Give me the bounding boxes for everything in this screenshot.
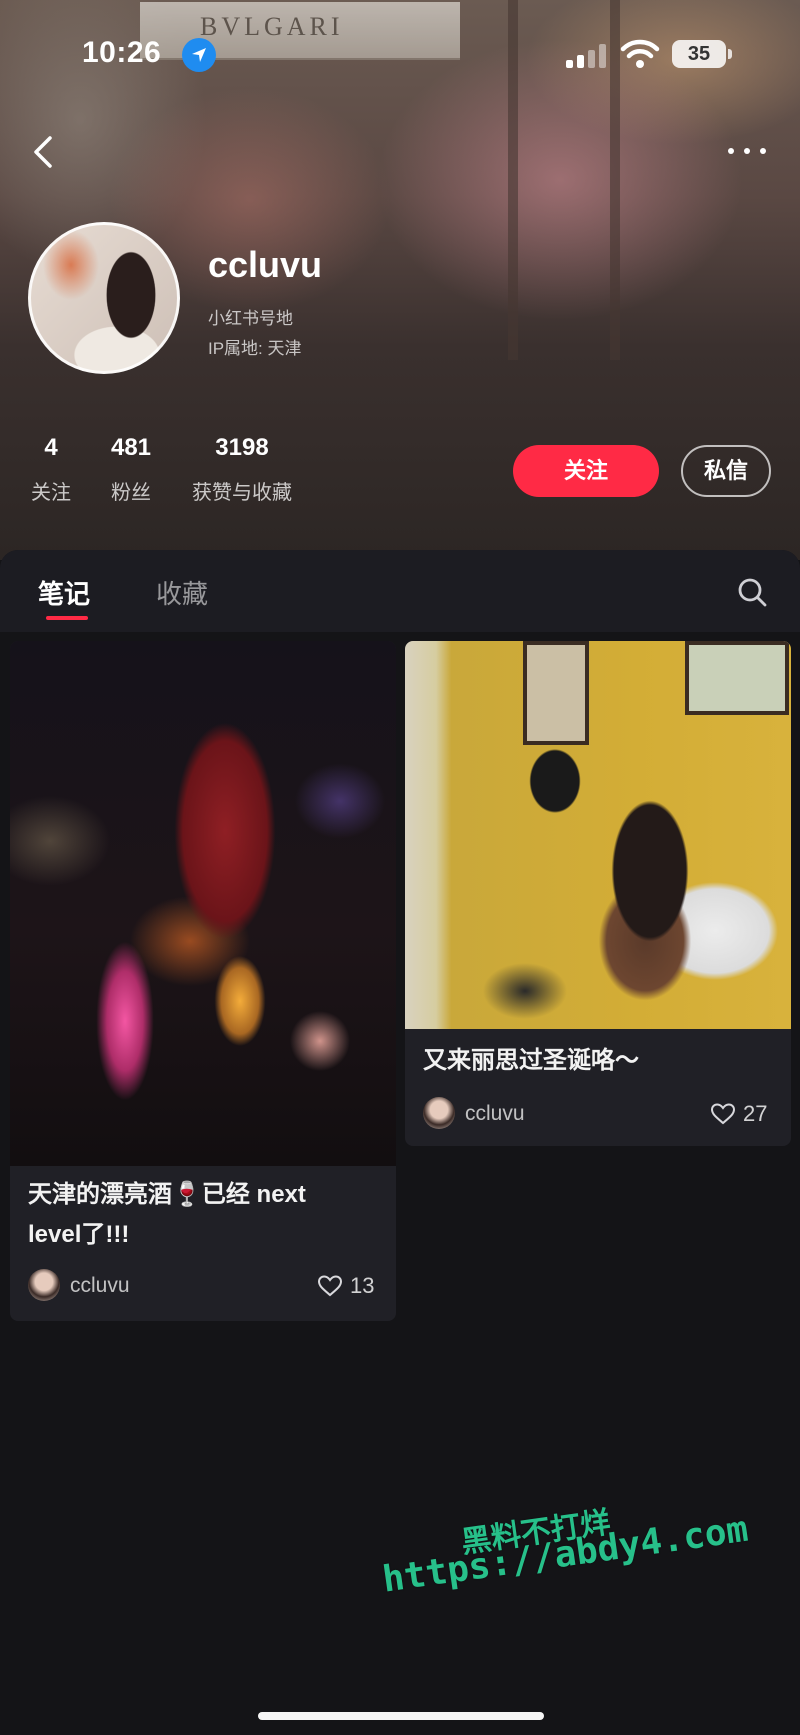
profile-username: ccluvu — [208, 244, 323, 285]
profile-avatar[interactable] — [28, 222, 180, 374]
author-name[interactable]: ccluvu — [70, 1274, 130, 1298]
stat-followers-label: 粉丝 — [111, 482, 151, 504]
heart-icon[interactable] — [710, 1102, 736, 1126]
stat-followers-value: 481 — [110, 434, 152, 461]
note-title-line: level了!!! — [28, 1221, 130, 1248]
search-icon[interactable] — [734, 574, 770, 610]
message-button[interactable]: 私信 — [681, 445, 771, 497]
cellular-signal-icon — [566, 44, 610, 68]
note-title: 天津的漂亮酒🍷已经 next level了!!! — [28, 1175, 388, 1255]
follow-button[interactable]: 关注 — [513, 445, 659, 497]
location-arrow-icon — [182, 38, 216, 72]
wall-painting — [685, 641, 789, 715]
note-card[interactable]: 天津的漂亮酒🍷已经 next level了!!! ccluvu 13 — [10, 641, 396, 1321]
tab-bar — [0, 550, 800, 632]
stat-likes-collects[interactable]: 3198 获赞与收藏 — [186, 434, 298, 505]
like-count: 27 — [743, 1101, 768, 1126]
wall-painting — [523, 641, 589, 745]
note-card[interactable]: 又来丽思过圣诞咯～ ccluvu 27 — [405, 641, 791, 1146]
store-sign-text: BVLGARI — [200, 12, 344, 41]
home-indicator[interactable] — [258, 1712, 544, 1720]
stat-likes-collects-value: 3198 — [215, 434, 269, 461]
note-title-line: 天津的漂亮酒🍷已经 next — [28, 1181, 306, 1208]
window-frame — [610, 0, 620, 360]
battery-icon: 35 — [672, 40, 732, 68]
back-button[interactable] — [24, 130, 64, 174]
stat-following-label: 关注 — [31, 482, 71, 504]
stat-following[interactable]: 4 关注 — [28, 434, 74, 505]
like-count: 13 — [350, 1273, 375, 1298]
stat-following-value: 4 — [44, 434, 58, 461]
heart-icon[interactable] — [317, 1274, 343, 1298]
note-cover-image — [405, 641, 791, 1029]
profile-ip-location: IP属地: 天津 — [208, 339, 302, 358]
stat-followers[interactable]: 481 粉丝 — [104, 434, 158, 505]
wifi-icon — [620, 38, 660, 75]
tab-collections[interactable]: 收藏 — [156, 574, 208, 611]
stat-likes-collects-label: 获赞与收藏 — [192, 482, 292, 504]
note-title: 又来丽思过圣诞咯～ — [423, 1047, 639, 1074]
author-avatar[interactable] — [28, 1269, 60, 1301]
status-time: 10:26 — [82, 36, 162, 69]
profile-id-line: 小红书号地 — [208, 309, 293, 328]
note-cover-image — [10, 641, 396, 1166]
author-name[interactable]: ccluvu — [465, 1102, 525, 1126]
window-frame — [508, 0, 518, 360]
author-avatar[interactable] — [423, 1097, 455, 1129]
tab-notes[interactable]: 笔记 — [38, 574, 90, 611]
more-options-button[interactable] — [726, 146, 770, 158]
active-tab-indicator — [46, 616, 88, 620]
